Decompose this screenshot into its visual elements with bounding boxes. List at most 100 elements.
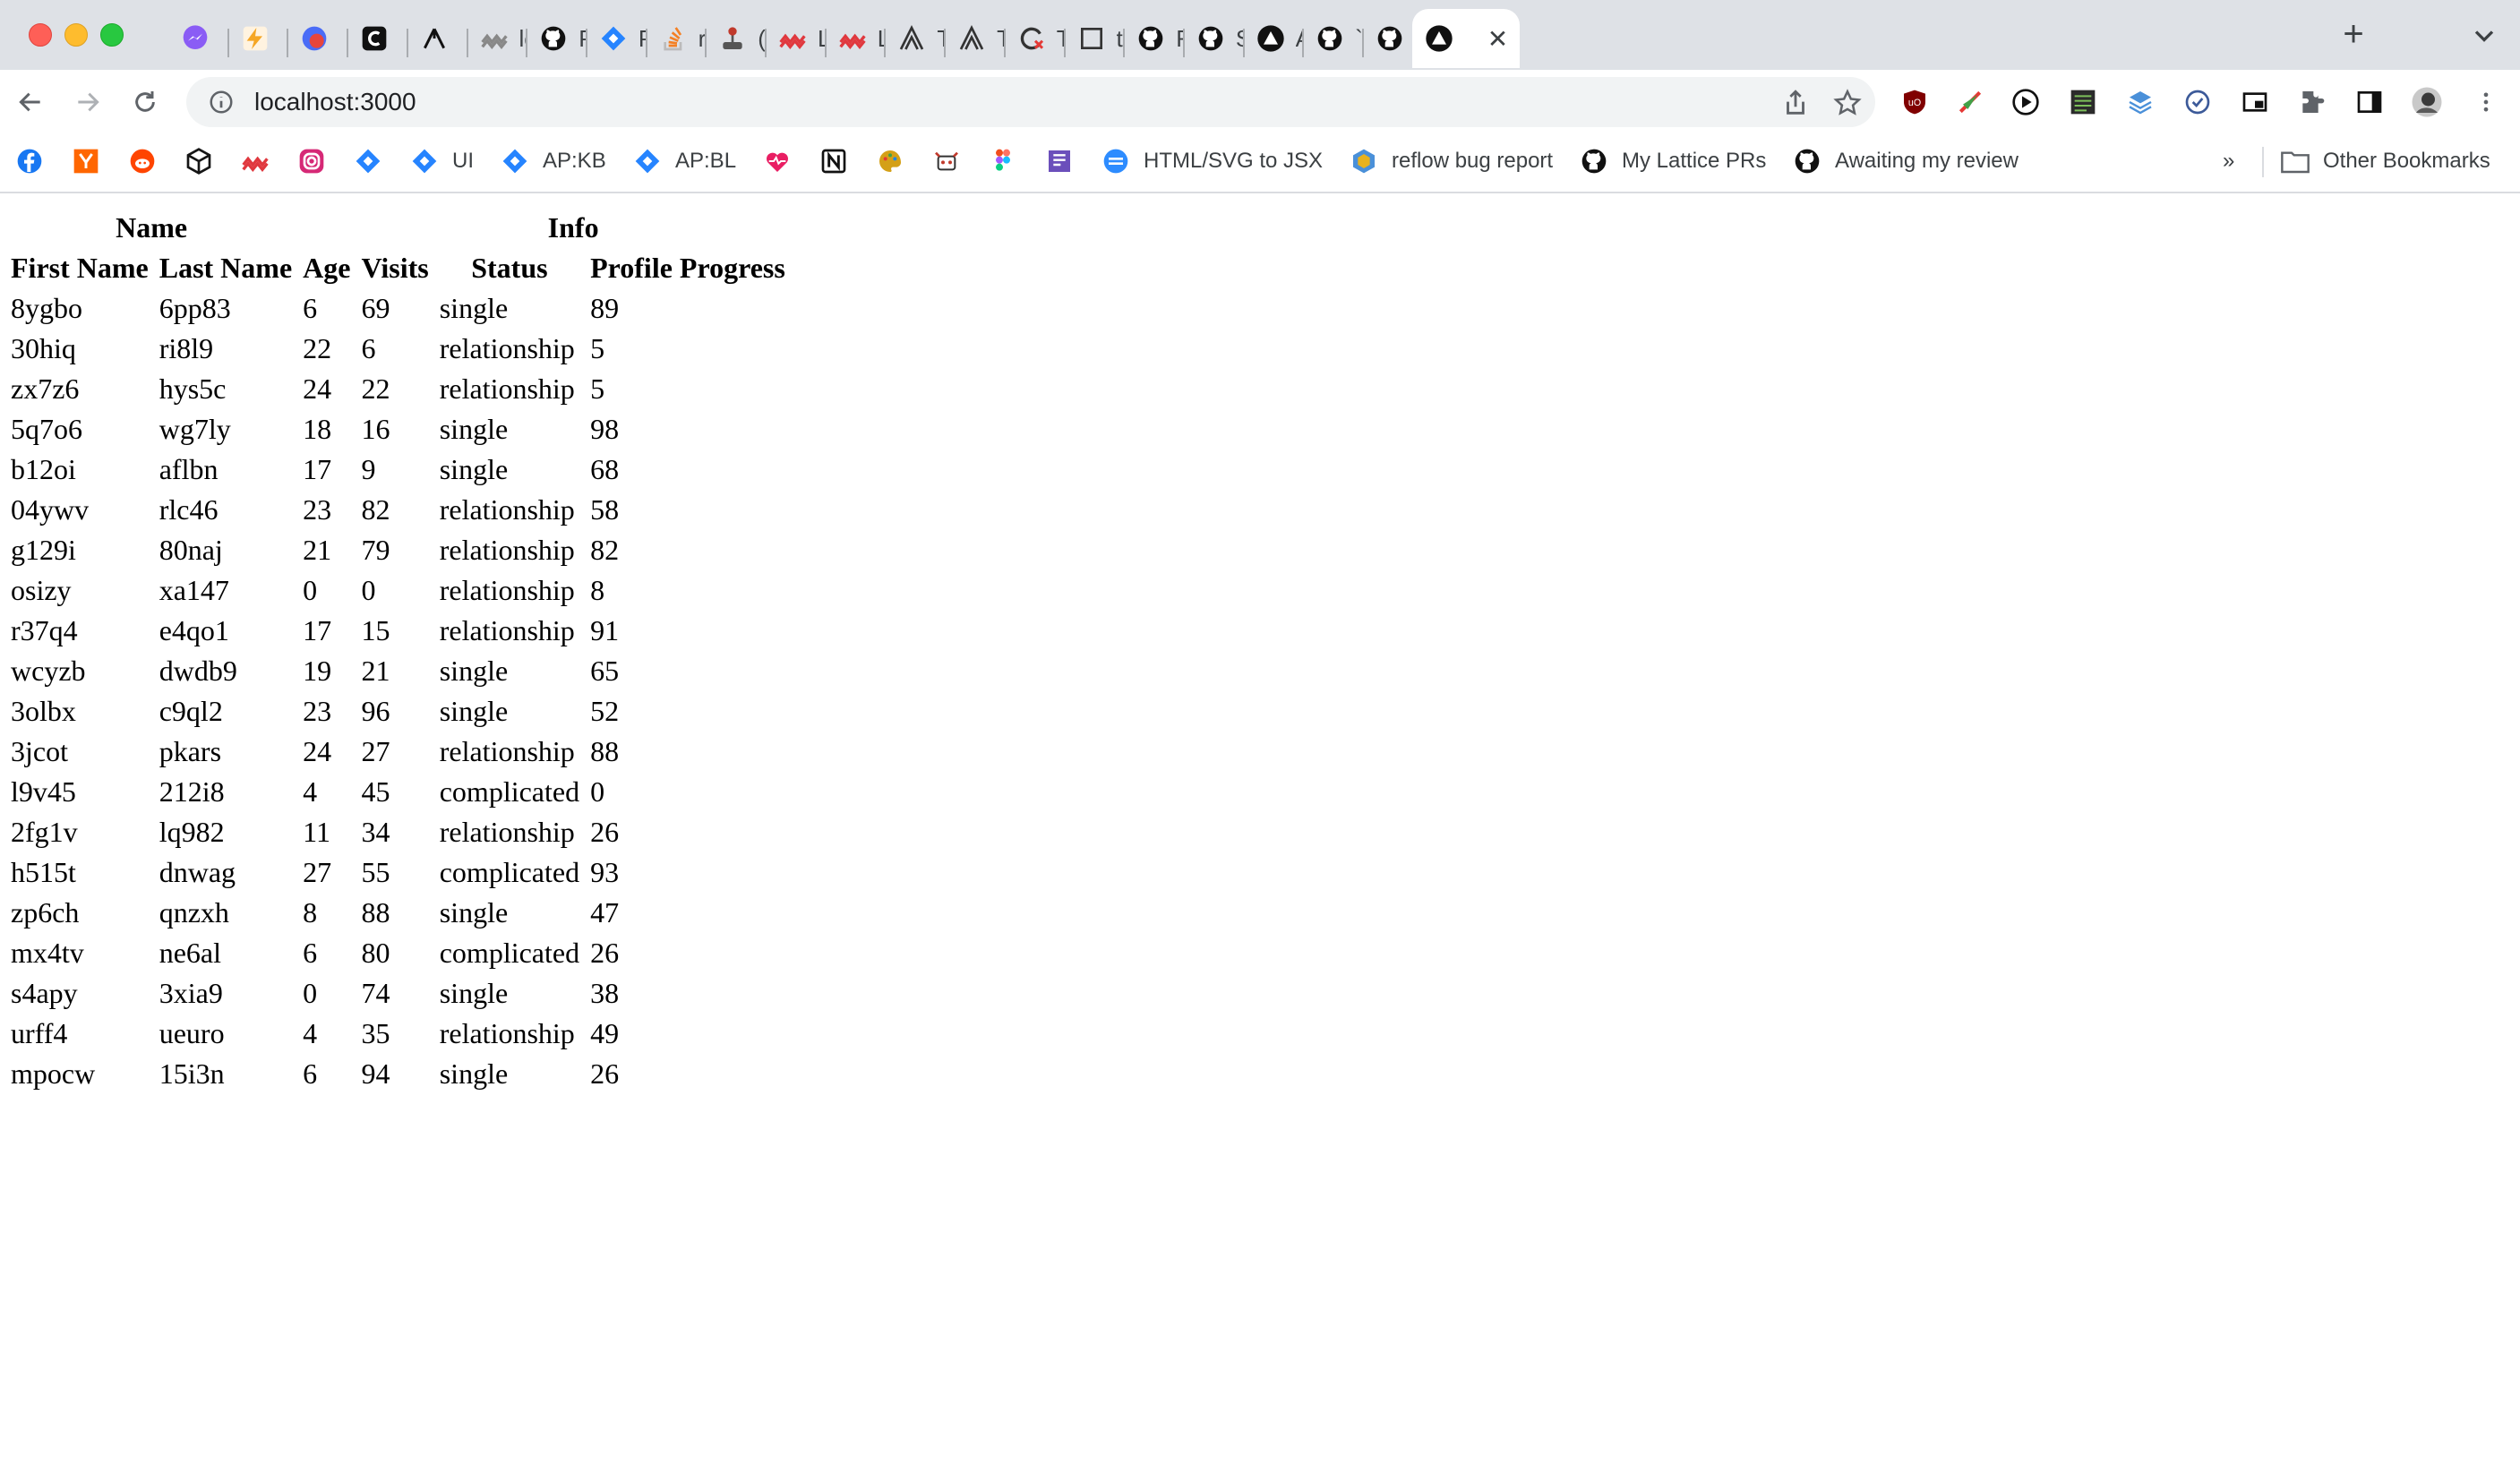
bookmark-item[interactable] bbox=[71, 143, 101, 179]
tab[interactable]: (3) bbox=[706, 9, 766, 68]
site-info-icon[interactable] bbox=[208, 89, 235, 116]
tab[interactable]: Pull bbox=[527, 9, 587, 68]
colorful-leaf-extension-icon[interactable] bbox=[1954, 86, 1986, 118]
picture-in-picture-icon[interactable] bbox=[2239, 86, 2271, 118]
table-row: g129i 80naj 21 79 relationship 82 bbox=[7, 530, 789, 570]
table-cell: b12oi bbox=[11, 453, 76, 485]
bookmark-item[interactable] bbox=[240, 143, 270, 179]
table-cell: hys5c bbox=[159, 372, 227, 405]
terminal-extension-icon[interactable] bbox=[2067, 86, 2099, 118]
bookmark-item[interactable]: UI bbox=[409, 143, 474, 179]
table-cell: relationship bbox=[439, 816, 575, 848]
bookmark-item[interactable]: reflow bug report bbox=[1349, 143, 1553, 179]
extensions-puzzle-icon[interactable] bbox=[2296, 86, 2328, 118]
table-cell: 30hiq bbox=[11, 332, 76, 364]
tab[interactable]: `sw bbox=[1303, 9, 1363, 68]
ublock-origin-icon[interactable]: uO bbox=[1899, 86, 1931, 118]
reload-button[interactable] bbox=[125, 82, 165, 122]
table-cell: 58 bbox=[590, 493, 620, 526]
tab[interactable] bbox=[228, 9, 288, 68]
bookmark-item[interactable] bbox=[1044, 143, 1075, 179]
bookmark-item[interactable]: AP:KB bbox=[500, 143, 606, 179]
bookmark-item[interactable] bbox=[875, 143, 905, 179]
bookmark-item[interactable]: AP:BL bbox=[632, 143, 736, 179]
tab-active[interactable]: ✕ bbox=[1411, 9, 1520, 68]
window-zoom-button[interactable] bbox=[100, 23, 124, 47]
table-row: urff4 ueuro 4 35 relationship 49 bbox=[7, 1014, 789, 1054]
table-cell: 65 bbox=[590, 655, 620, 687]
bookmark-item[interactable] bbox=[762, 143, 793, 179]
layers-extension-icon[interactable] bbox=[2124, 86, 2156, 118]
bookmark-item[interactable] bbox=[931, 143, 962, 179]
table-cell: 0 bbox=[361, 574, 376, 606]
browser-menu-icon[interactable] bbox=[2470, 86, 2502, 118]
table-cell: 27 bbox=[361, 735, 390, 767]
bug-report-icon bbox=[1349, 146, 1379, 176]
table-cell: relationship bbox=[439, 493, 575, 526]
group-header bbox=[299, 208, 354, 248]
share-icon[interactable] bbox=[1780, 88, 1811, 118]
bookmark-item[interactable] bbox=[819, 143, 849, 179]
table-cell: 17 bbox=[303, 614, 332, 646]
tab[interactable]: Latt bbox=[766, 9, 826, 68]
tab[interactable]: Typ bbox=[885, 9, 945, 68]
table-row: mpocw 15i3n 6 94 single 26 bbox=[7, 1054, 789, 1094]
table-cell: 212i8 bbox=[159, 775, 225, 808]
address-bar[interactable]: localhost:3000 bbox=[186, 77, 1875, 127]
bookmark-item[interactable]: My Lattice PRs bbox=[1579, 143, 1766, 179]
bookmark-item[interactable] bbox=[184, 143, 214, 179]
tab[interactable]: rea bbox=[647, 9, 706, 68]
tab[interactable]: loca bbox=[467, 9, 527, 68]
window-close-button[interactable] bbox=[29, 23, 52, 47]
tab[interactable] bbox=[407, 9, 467, 68]
tab[interactable]: SW bbox=[1184, 9, 1244, 68]
tab[interactable] bbox=[347, 9, 407, 68]
table-cell: 16 bbox=[361, 413, 390, 445]
tab[interactable]: Rel bbox=[1124, 9, 1184, 68]
window-minimize-button[interactable] bbox=[64, 23, 88, 47]
media-play-extension-icon[interactable] bbox=[2010, 86, 2042, 118]
table-cell: 0 bbox=[303, 574, 318, 606]
other-bookmarks-folder[interactable]: Other Bookmarks bbox=[2280, 143, 2490, 179]
bookmark-item[interactable]: HTML/SVG to JSX bbox=[1101, 143, 1323, 179]
table-cell: zp6ch bbox=[11, 896, 80, 929]
heart-pulse-icon bbox=[762, 146, 793, 176]
tab[interactable]: App bbox=[1244, 9, 1303, 68]
table-cell: 80naj bbox=[159, 534, 223, 566]
table-row: 2fg1v lq982 11 34 relationship 26 bbox=[7, 812, 789, 852]
checkmark-circle-extension-icon[interactable] bbox=[2181, 86, 2214, 118]
tab-search-icon[interactable] bbox=[2468, 20, 2500, 52]
table-cell: 34 bbox=[361, 816, 390, 848]
c-logo-icon bbox=[360, 24, 389, 53]
tab[interactable] bbox=[168, 9, 228, 68]
back-button[interactable] bbox=[11, 82, 50, 122]
test-fail-icon bbox=[1017, 24, 1046, 53]
new-tab-button[interactable]: + bbox=[2332, 14, 2375, 57]
table-cell: single bbox=[439, 1057, 509, 1090]
svg-text:uO: uO bbox=[1908, 98, 1921, 108]
bookmark-label: AP:BL bbox=[675, 149, 737, 173]
tab[interactable]: Typ bbox=[945, 9, 1005, 68]
bookmark-item[interactable] bbox=[353, 143, 383, 179]
bookmark-star-icon[interactable] bbox=[1832, 88, 1863, 118]
tab[interactable] bbox=[287, 9, 347, 68]
bookmarks-overflow-button[interactable]: » bbox=[2223, 143, 2234, 179]
forward-button[interactable] bbox=[68, 82, 107, 122]
bookmark-item[interactable] bbox=[296, 143, 327, 179]
tab[interactable]: Tes bbox=[1005, 9, 1064, 68]
table-cell: relationship bbox=[439, 372, 575, 405]
profile-avatar[interactable] bbox=[2411, 86, 2443, 118]
tab[interactable]: tan bbox=[1065, 9, 1124, 68]
bookmark-item[interactable] bbox=[127, 143, 158, 179]
tab[interactable]: Pro bbox=[587, 9, 647, 68]
lattice-gray-icon bbox=[480, 24, 509, 53]
tab[interactable]: Latt bbox=[826, 9, 885, 68]
table-cell: 74 bbox=[361, 977, 390, 1009]
bookmark-item[interactable] bbox=[14, 143, 45, 179]
table-cell: 0 bbox=[590, 775, 605, 808]
url-text[interactable]: localhost:3000 bbox=[254, 88, 416, 116]
bookmark-item[interactable]: Awaiting my review bbox=[1792, 143, 2019, 179]
close-tab-icon[interactable]: ✕ bbox=[1487, 24, 1508, 54]
bookmark-item[interactable] bbox=[988, 143, 1018, 179]
side-panel-icon[interactable] bbox=[2353, 86, 2386, 118]
